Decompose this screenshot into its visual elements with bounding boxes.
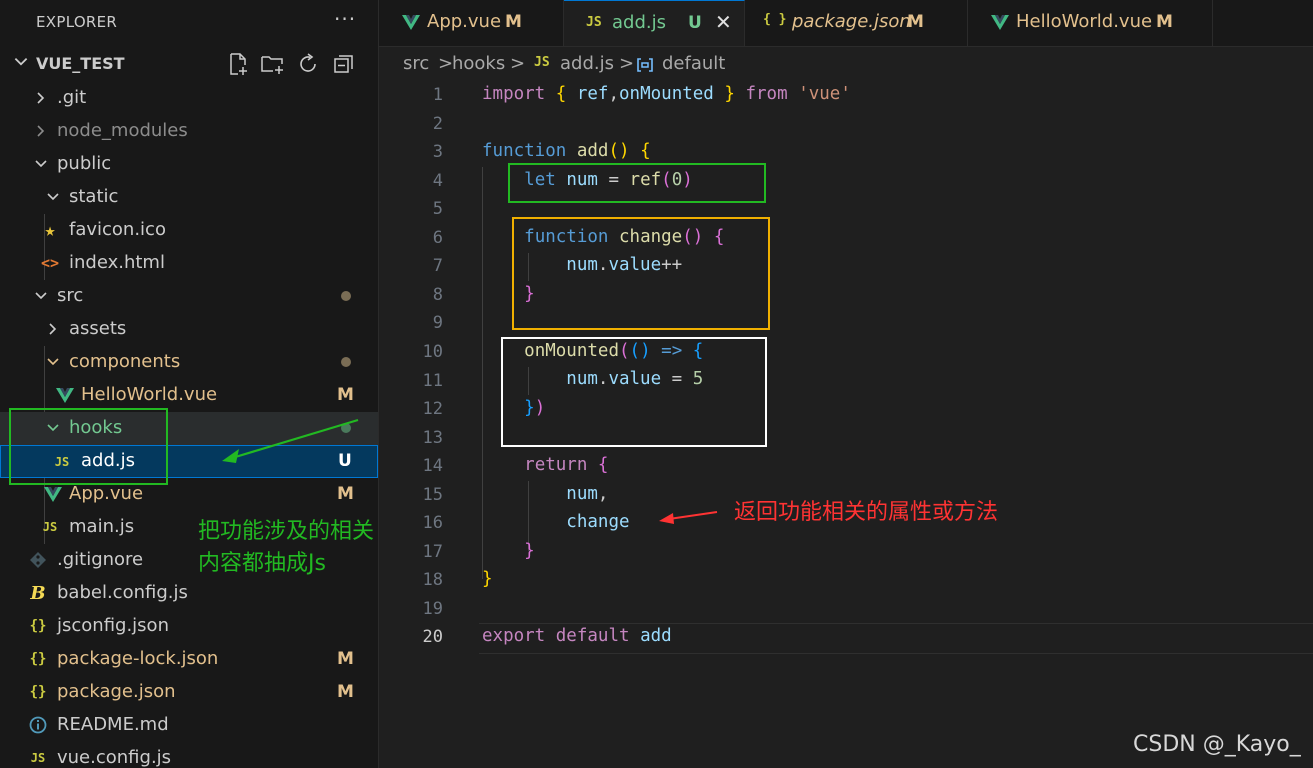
line-number: 13 [422,427,443,448]
code-line: function add() { [482,141,651,161]
breadcrumb-item-src[interactable]: src [403,53,429,74]
tab-label: add.js [612,12,666,33]
tab-label: App.vue [427,11,502,32]
line-number: 11 [422,370,443,391]
line-number: 10 [422,341,443,362]
tab-label: package.json [792,11,911,32]
breadcrumb-item-hooks[interactable]: hooks [452,53,505,74]
line-number: 16 [422,513,443,534]
line-number: 9 [432,313,443,334]
tab-app-vue[interactable]: App.vue M [379,0,564,46]
tab-add-js[interactable]: JS add.js U ✕ [564,0,745,46]
watermark: CSDN @_Kayo_ [1133,732,1301,757]
close-icon[interactable]: ✕ [715,10,732,34]
line-number: 8 [432,284,443,305]
line-number: 7 [432,256,443,277]
code-line: num, [566,484,609,504]
annotation-arrow-green [222,418,359,463]
js-icon: JS [534,55,550,70]
line-number: 5 [432,199,443,220]
line-number: 15 [422,484,443,505]
git-status-badge: M [1156,12,1173,32]
line-number: 18 [422,570,443,591]
git-status-badge: M [505,12,522,32]
git-status-badge: U [688,13,702,33]
breadcrumb-item-symbol[interactable]: default [662,53,725,74]
editor-tab-bar: App.vue M JS add.js U ✕ { } package.json… [379,0,1313,47]
line-number: 19 [422,598,443,619]
annotation-box-green [508,163,766,203]
line-number: 2 [432,113,443,134]
js-icon: JS [586,15,602,30]
json-icon: { } [763,12,787,27]
line-number: 12 [422,399,443,420]
line-number: 3 [432,142,443,163]
line-number: 14 [422,456,443,477]
code-line: import { ref,onMounted } from 'vue' [482,84,851,104]
tab-package-json[interactable]: { } package.json M [745,0,968,46]
git-status-badge: M [907,12,924,32]
annotation-box-orange [512,217,770,330]
code-editor[interactable]: 1 2 3 4 5 6 7 8 9 10 11 12 13 14 15 16 17 18 19 20 import {… [379,80,1313,768]
breadcrumb-separator: > [619,53,635,74]
breadcrumb-separator: > [510,53,526,74]
breadcrumb-item-file[interactable]: add.js [560,53,614,74]
annotation-arrow-red [659,511,718,524]
line-number: 17 [422,541,443,562]
line-number: 20 [422,627,443,648]
tab-label: HelloWorld.vue [1016,11,1153,32]
annotation-note: 返回功能相关的属性或方法 [734,500,999,525]
vue-icon [402,15,420,30]
line-number: 1 [432,85,443,105]
code-line: } [524,541,535,561]
symbol-variable-icon [637,58,653,72]
vue-icon [991,15,1009,30]
breadcrumb-separator: > [438,53,454,74]
line-number: 6 [432,227,443,248]
code-line: export default add [482,626,672,646]
code-line: return { [524,455,609,475]
line-number: 4 [432,170,443,191]
code-line: } [482,569,493,589]
code-line: change [566,512,630,532]
tab-helloworld-vue[interactable]: HelloWorld.vue M [968,0,1213,46]
annotation-box-white [501,337,767,447]
